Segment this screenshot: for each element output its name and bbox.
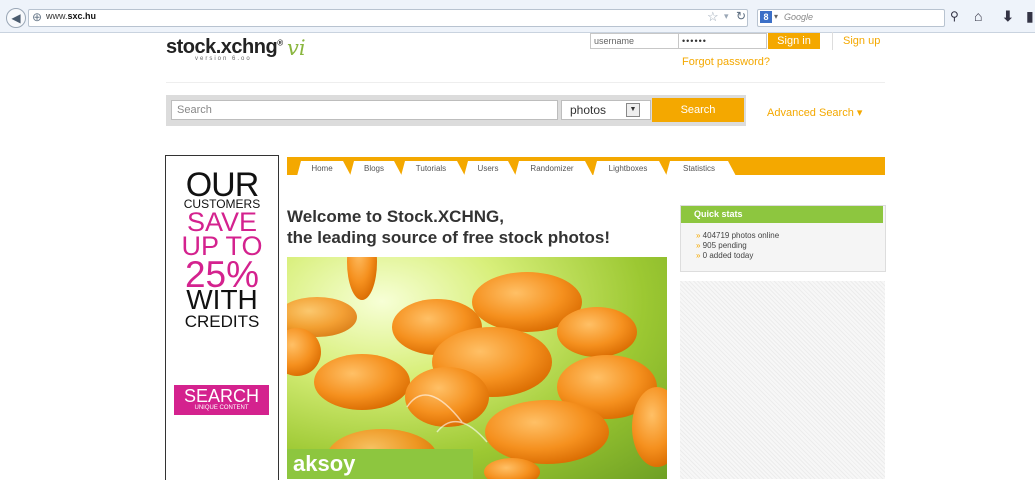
photo-caption[interactable]: aksoy <box>293 451 355 477</box>
address-bar[interactable] <box>28 9 748 27</box>
download-icon[interactable]: ⬇ <box>1002 8 1014 25</box>
advanced-search-link[interactable]: Advanced Search ▾ <box>767 106 862 119</box>
photo-artwork <box>287 257 667 479</box>
ad-button-sublabel: UNIQUE CONTENT <box>194 405 249 411</box>
logo-subtitle: version 6.oo <box>195 56 252 62</box>
globe-icon: ⊕ <box>32 10 43 24</box>
quick-stats-title: Quick stats <box>681 206 883 223</box>
search-icon[interactable]: ⚲ <box>950 9 959 23</box>
chevron-down-icon[interactable]: ▼ <box>626 103 640 117</box>
ad-text: WITH <box>186 284 258 315</box>
signup-link[interactable]: Sign up <box>843 35 880 47</box>
page-subtitle: the leading source of free stock photos! <box>287 228 611 247</box>
tab-tutorials[interactable]: Tutorials <box>401 161 465 176</box>
ad-placeholder <box>680 281 885 479</box>
divider <box>832 32 833 50</box>
tab-statistics[interactable]: Statistics <box>666 161 736 176</box>
home-icon[interactable]: ⌂ <box>974 8 982 24</box>
tab-randomizer[interactable]: Randomizer <box>515 161 593 176</box>
stat-item: 0 added today <box>696 251 754 260</box>
divider <box>166 82 885 83</box>
chevron-down-icon[interactable]: ▾ <box>774 12 778 21</box>
menu-icon[interactable]: ▮ <box>1026 8 1034 25</box>
bookmark-star-icon[interactable]: ☆ <box>707 9 719 25</box>
address-text[interactable]: www.sxc.hu <box>46 11 96 21</box>
signin-button[interactable]: Sign in <box>768 33 820 49</box>
ad-button-label: SEARCH <box>183 386 259 406</box>
google-icon[interactable]: 8 <box>760 11 772 23</box>
featured-photo[interactable] <box>287 257 667 479</box>
ad-text: CREDITS <box>184 312 260 331</box>
search-button[interactable]: Search <box>652 98 744 122</box>
tab-blogs[interactable]: Blogs <box>350 161 402 176</box>
browser-search-engine[interactable]: Google <box>784 12 813 22</box>
ad-banner[interactable]: OUR CUSTOMERS SAVE UP TO 25% WITH CREDIT… <box>165 155 279 480</box>
stat-item: 905 pending <box>696 241 747 250</box>
back-icon[interactable]: ◀ <box>6 8 26 28</box>
search-input[interactable]: Search <box>171 100 558 120</box>
stat-item: 404719 photos online <box>696 231 780 240</box>
reload-icon[interactable]: ↻ <box>736 9 746 23</box>
tab-home[interactable]: Home <box>297 161 351 176</box>
username-field[interactable]: username <box>590 33 679 49</box>
password-field[interactable]: •••••• <box>678 33 767 49</box>
chevron-down-icon[interactable]: ▾ <box>724 11 729 22</box>
page-title: Welcome to Stock.XCHNG, <box>287 207 504 226</box>
tab-lightboxes[interactable]: Lightboxes <box>593 161 667 176</box>
ad-search-button[interactable]: SEARCH UNIQUE CONTENT <box>174 385 269 415</box>
tab-users[interactable]: Users <box>464 161 516 176</box>
logo-version-mark: vi <box>287 36 306 60</box>
forgot-password-link[interactable]: Forgot password? <box>682 56 770 68</box>
